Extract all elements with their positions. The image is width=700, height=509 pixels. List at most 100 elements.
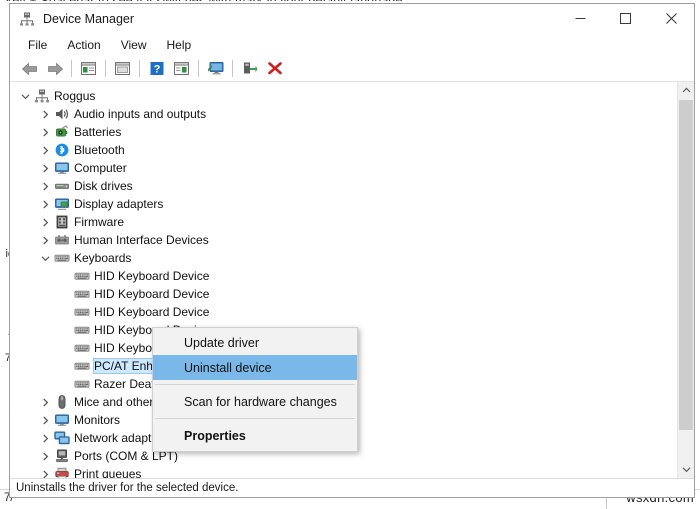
context-menu-item-update-driver[interactable]: Update driver [153, 330, 357, 355]
tree-row[interactable]: HID Keyboard Device [10, 267, 677, 285]
toolbar-separator [105, 60, 106, 77]
tree-row-label: HID Keyboard Device [94, 269, 210, 283]
status-text: Uninstalls the driver for the selected d… [16, 482, 239, 494]
scroll-down-arrow-icon[interactable] [678, 461, 694, 478]
uninstall-device-icon[interactable] [238, 58, 261, 80]
battery-icon [53, 124, 70, 140]
title-bar: Device Manager [10, 4, 694, 33]
tree-row[interactable]: Display adapters [10, 195, 677, 213]
tree-row[interactable]: Print queues [10, 465, 677, 478]
chevron-right-icon[interactable] [38, 236, 53, 245]
tree-row-label: Disk drives [74, 179, 133, 193]
chevron-right-icon[interactable] [38, 182, 53, 191]
mouse-icon [53, 394, 70, 410]
printer-icon [53, 466, 70, 478]
tree-row[interactable]: Human Interface Devices [10, 231, 677, 249]
tree-row-label: Firmware [74, 215, 124, 229]
menu-help[interactable]: Help [158, 36, 201, 54]
update-driver-icon[interactable] [170, 58, 193, 80]
keyboard-icon [73, 268, 90, 284]
chevron-down-icon[interactable] [38, 255, 53, 262]
tree-row-label: Keyboards [74, 251, 132, 265]
computer-root-icon [33, 88, 50, 104]
network-adapter-icon [53, 430, 70, 446]
properties-icon[interactable] [77, 58, 100, 80]
firmware-icon [53, 214, 70, 230]
toolbar-separator [139, 60, 140, 77]
help-icon[interactable]: ? [145, 58, 168, 80]
disk-drive-icon [53, 178, 70, 194]
toolbar-separator [71, 60, 72, 77]
menu-separator [155, 384, 355, 385]
tree-row-label: Roggus [54, 89, 96, 103]
tree-row-root[interactable]: Roggus [10, 87, 677, 105]
tree-row-label: Computer [74, 161, 127, 175]
chevron-right-icon[interactable] [38, 200, 53, 209]
tree-row-label: Audio inputs and outputs [74, 107, 207, 121]
tree-row[interactable]: Bluetooth [10, 141, 677, 159]
display-adapter-icon [53, 196, 70, 212]
tree-row[interactable]: Keyboards [10, 249, 677, 267]
menu-bar: File Action View Help [10, 33, 694, 56]
chevron-down-icon[interactable] [18, 93, 33, 100]
context-menu-item-uninstall-device[interactable]: Uninstall device [153, 355, 357, 380]
context-menu-item-scan-for-hardware-changes[interactable]: Scan for hardware changes [153, 389, 357, 414]
tree-row[interactable]: Disk drives [10, 177, 677, 195]
tree-row[interactable]: HID Keyboard Device [10, 303, 677, 321]
window-controls [558, 4, 694, 33]
keyboard-icon [73, 376, 90, 392]
window-title: Device Manager [43, 11, 135, 26]
close-icon[interactable] [648, 4, 694, 33]
toolbar: ? [10, 56, 694, 82]
chevron-right-icon[interactable] [38, 434, 53, 443]
tree-row[interactable]: Audio inputs and outputs [10, 105, 677, 123]
status-bar: Uninstalls the driver for the selected d… [10, 478, 694, 497]
chevron-right-icon[interactable] [38, 110, 53, 119]
bluetooth-icon [53, 142, 70, 158]
tree-row[interactable]: Computer [10, 159, 677, 177]
monitor-icon [53, 160, 70, 176]
keyboard-icon [73, 322, 90, 338]
scrollbar-thumb[interactable] [679, 100, 693, 430]
tree-row-label: Human Interface Devices [74, 233, 209, 247]
chevron-right-icon[interactable] [38, 128, 53, 137]
vertical-scrollbar[interactable] [677, 82, 694, 478]
speaker-icon [53, 106, 70, 122]
keyboard-icon [73, 286, 90, 302]
chevron-right-icon[interactable] [38, 416, 53, 425]
context-menu-item-properties[interactable]: Properties [153, 423, 357, 448]
scan-hardware-icon[interactable] [204, 58, 227, 80]
tree-row[interactable]: HID Keyboard Device [10, 285, 677, 303]
forward-arrow-icon[interactable] [43, 58, 66, 80]
show-hidden-devices-icon[interactable] [111, 58, 134, 80]
chevron-right-icon[interactable] [38, 146, 53, 155]
back-arrow-icon[interactable] [18, 58, 41, 80]
menu-action[interactable]: Action [58, 36, 109, 54]
tree-row-label: Print queues [74, 467, 142, 478]
menu-file[interactable]: File [19, 36, 56, 54]
keyboard-icon [73, 358, 90, 374]
tree-row-label: HID Keyboard Device [94, 305, 210, 319]
toolbar-separator [198, 60, 199, 77]
minimize-icon[interactable] [558, 4, 603, 33]
chevron-right-icon[interactable] [38, 452, 53, 461]
keyboard-icon [73, 304, 90, 320]
menu-view[interactable]: View [112, 36, 156, 54]
tree-row-label: HID Keyboard Device [94, 287, 210, 301]
disable-device-icon[interactable] [263, 58, 286, 80]
chevron-right-icon[interactable] [38, 398, 53, 407]
svg-text:?: ? [153, 64, 160, 76]
hid-icon [53, 232, 70, 248]
tree-row[interactable]: Firmware [10, 213, 677, 231]
device-manager-icon [19, 11, 35, 27]
chevron-right-icon[interactable] [38, 218, 53, 227]
scroll-up-arrow-icon[interactable] [678, 82, 694, 99]
keyboard-icon [73, 340, 90, 356]
toolbar-separator [232, 60, 233, 77]
keyboard-icon [53, 250, 70, 266]
chevron-right-icon[interactable] [38, 470, 53, 479]
tree-row[interactable]: Batteries [10, 123, 677, 141]
chevron-right-icon[interactable] [38, 164, 53, 173]
maximize-icon[interactable] [603, 4, 648, 33]
context-menu[interactable]: Update driver Uninstall device Scan for ha… [152, 327, 358, 452]
